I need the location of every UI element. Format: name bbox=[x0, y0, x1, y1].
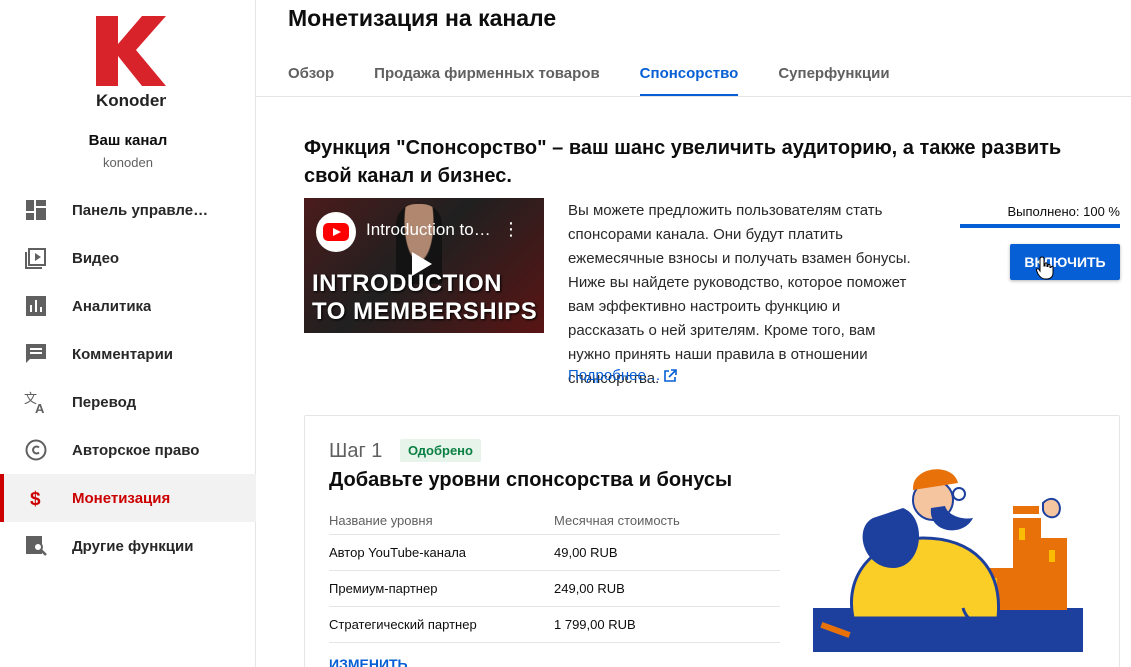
step-title: Добавьте уровни спонсорства и бонусы bbox=[329, 469, 733, 491]
builder-illustration bbox=[813, 469, 1083, 652]
tab-merchandise[interactable]: Продажа фирменных товаров bbox=[374, 56, 600, 97]
table-row: Автор YouTube-канала 49,00 RUB bbox=[329, 535, 780, 571]
level-price: 1 799,00 RUB bbox=[554, 617, 636, 632]
video-icon bbox=[24, 246, 48, 270]
sidebar-item-label: Комментарии bbox=[72, 345, 174, 363]
change-levels-link[interactable]: ИЗМЕНИТЬ bbox=[329, 656, 408, 667]
page-title: Монетизация на канале bbox=[288, 5, 557, 31]
sidebar-item-dashboard[interactable]: Панель управлен… bbox=[0, 186, 256, 234]
level-name: Автор YouTube-канала bbox=[329, 545, 467, 560]
sidebar-item-label: Перевод bbox=[72, 393, 137, 411]
channel-handle: konoden bbox=[103, 155, 153, 170]
tabs: Обзор Продажа фирменных товаров Спонсорс… bbox=[288, 56, 930, 97]
tabs-divider bbox=[256, 96, 1131, 97]
tab-overview[interactable]: Обзор bbox=[288, 56, 334, 97]
progress-bar bbox=[960, 224, 1120, 228]
sidebar-item-video[interactable]: Видео bbox=[0, 234, 256, 282]
main-content: Монетизация на канале Обзор Продажа фирм… bbox=[256, 0, 1131, 667]
intro-video-thumbnail[interactable]: Introduction to… ⋮ INTRODUCTION TO MEMBE… bbox=[304, 198, 544, 333]
sidebar-item-label: Авторское право bbox=[72, 441, 200, 459]
sidebar-nav: Панель управлен… Видео Аналитика Коммент… bbox=[0, 186, 256, 570]
level-name: Стратегический партнер bbox=[329, 617, 477, 632]
sidebar-item-label: Монетизация bbox=[72, 489, 171, 507]
video-title: Introduction to… bbox=[366, 220, 491, 239]
dollar-icon: $ bbox=[24, 486, 48, 510]
step-label: Шаг 1 bbox=[329, 440, 383, 462]
level-name: Премиум-партнер bbox=[329, 581, 438, 596]
sidebar-item-label: Другие функции bbox=[72, 537, 194, 555]
sidebar-item-analytics[interactable]: Аналитика bbox=[0, 282, 256, 330]
memberships-headline: Функция "Спонсорство" – ваш шанс увеличи… bbox=[304, 137, 1062, 187]
konoden-logo-icon: Konoden bbox=[96, 16, 170, 110]
learn-more-link[interactable]: Подробнее… bbox=[568, 367, 677, 384]
comments-icon bbox=[24, 342, 48, 366]
tab-superfeatures[interactable]: Суперфункции bbox=[778, 56, 889, 97]
hand-cursor-icon bbox=[1036, 256, 1054, 280]
svg-text:$: $ bbox=[30, 489, 41, 509]
sidebar-item-monetization[interactable]: $ Монетизация bbox=[0, 474, 256, 522]
column-header-level-name: Название уровня bbox=[329, 513, 433, 528]
sidebar-item-label: Аналитика bbox=[72, 297, 152, 315]
translate-icon: 文A bbox=[24, 390, 48, 414]
learn-more-label: Подробнее… bbox=[568, 367, 661, 384]
column-header-monthly-price: Месячная стоимость bbox=[554, 513, 680, 528]
youtube-channel-icon bbox=[316, 212, 356, 252]
sidebar: Konoden Ваш канал konoden Панель управле… bbox=[0, 0, 256, 667]
sidebar-item-comments[interactable]: Комментарии bbox=[0, 330, 256, 378]
level-price: 249,00 RUB bbox=[554, 581, 625, 596]
step-1-card: Шаг 1 Одобрено Добавьте уровни спонсорст… bbox=[304, 415, 1120, 667]
progress-fill bbox=[960, 224, 1120, 228]
play-icon[interactable] bbox=[412, 252, 432, 276]
video-overlay-line2: TO MEMBERSHIPS bbox=[312, 298, 538, 325]
sidebar-item-label: Видео bbox=[72, 249, 120, 267]
svg-text:A: A bbox=[35, 401, 45, 414]
logo-text: Konoden bbox=[96, 91, 166, 108]
enable-button[interactable]: ВКЛЮЧИТЬ bbox=[1010, 244, 1120, 280]
table-header: Название уровня Месячная стоимость bbox=[329, 507, 780, 535]
channel-name: Ваш канал bbox=[88, 132, 168, 149]
tab-memberships[interactable]: Спонсорство bbox=[639, 56, 738, 97]
more-options-icon[interactable]: ⋮ bbox=[502, 220, 520, 238]
table-row: Премиум-партнер 249,00 RUB bbox=[329, 571, 780, 607]
channel-logo[interactable]: Konoden bbox=[96, 16, 170, 110]
external-link-icon bbox=[663, 368, 677, 382]
copyright-icon bbox=[24, 438, 48, 462]
table-row: Стратегический партнер 1 799,00 RUB bbox=[329, 607, 780, 643]
analytics-icon bbox=[24, 294, 48, 318]
memberships-description: Вы можете предложить пользователям стать… bbox=[568, 202, 911, 387]
membership-levels-table: Название уровня Месячная стоимость Автор… bbox=[329, 507, 780, 643]
video-overlay-text: INTRODUCTION TO MEMBERSHIPS bbox=[312, 270, 537, 326]
other-features-icon bbox=[24, 534, 48, 558]
progress-label: Выполнено: 100 % bbox=[1007, 204, 1121, 219]
sidebar-item-label: Панель управлен… bbox=[72, 201, 212, 219]
sidebar-item-copyright[interactable]: Авторское право bbox=[0, 426, 256, 474]
sidebar-item-translate[interactable]: 文A Перевод bbox=[0, 378, 256, 426]
dashboard-icon bbox=[24, 198, 48, 222]
status-badge: Одобрено bbox=[400, 439, 481, 462]
level-price: 49,00 RUB bbox=[554, 545, 618, 560]
sidebar-item-other-features[interactable]: Другие функции bbox=[0, 522, 256, 570]
